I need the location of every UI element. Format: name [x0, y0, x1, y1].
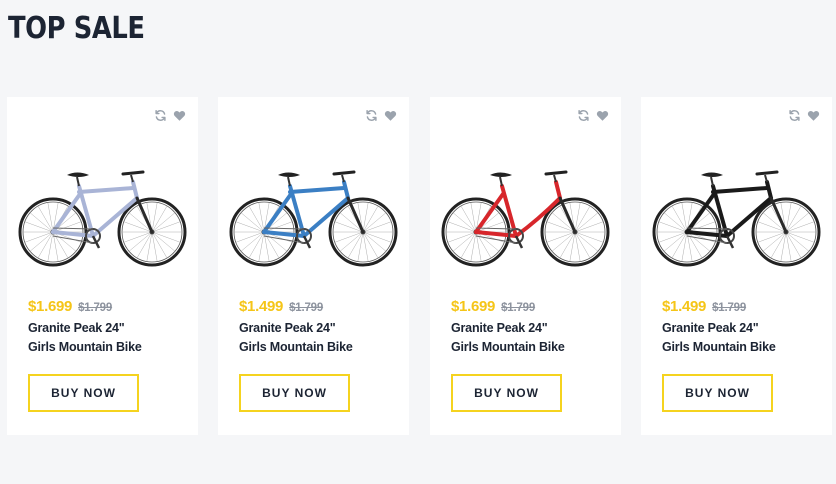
heart-icon[interactable]: [384, 109, 397, 122]
old-price: $1.799: [289, 302, 324, 314]
buy-now-button[interactable]: BUY NOW: [451, 374, 562, 412]
price-block: $1.499 $1.799: [239, 298, 323, 315]
refresh-icon[interactable]: [365, 109, 378, 122]
heart-icon[interactable]: [173, 109, 186, 122]
product-name-line: Granite Peak 24": [451, 321, 548, 335]
heart-icon[interactable]: [596, 109, 609, 122]
product-name[interactable]: Granite Peak 24" Girls Mountain Bike: [28, 319, 193, 357]
heart-icon[interactable]: [807, 109, 820, 122]
product-name[interactable]: Granite Peak 24" Girls Mountain Bike: [239, 319, 404, 357]
buy-now-button[interactable]: BUY NOW: [239, 374, 350, 412]
product-name-line: Girls Mountain Bike: [239, 340, 353, 354]
product-name-line: Girls Mountain Bike: [662, 340, 776, 354]
buy-now-button[interactable]: BUY NOW: [28, 374, 139, 412]
product-card[interactable]: $1.699 $1.799 Granite Peak 24" Girls Mou…: [430, 97, 621, 435]
product-name-line: Granite Peak 24": [239, 321, 336, 335]
old-price: $1.799: [501, 302, 536, 314]
product-name-line: Granite Peak 24": [28, 321, 125, 335]
current-price: $1.699: [451, 298, 496, 315]
current-price: $1.499: [662, 298, 707, 315]
price-block: $1.699 $1.799: [28, 298, 112, 315]
refresh-icon[interactable]: [788, 109, 801, 122]
price-block: $1.699 $1.799: [451, 298, 535, 315]
refresh-icon[interactable]: [154, 109, 167, 122]
product-image[interactable]: [15, 160, 190, 275]
price-block: $1.499 $1.799: [662, 298, 746, 315]
card-actions: [365, 109, 397, 122]
product-image[interactable]: [226, 160, 401, 275]
current-price: $1.499: [239, 298, 284, 315]
product-name-line: Girls Mountain Bike: [28, 340, 142, 354]
card-actions: [788, 109, 820, 122]
product-name-line: Granite Peak 24": [662, 321, 759, 335]
refresh-icon[interactable]: [577, 109, 590, 122]
old-price: $1.799: [712, 302, 747, 314]
card-actions: [154, 109, 186, 122]
product-image[interactable]: [649, 160, 824, 275]
section-title: TOP SALE: [8, 11, 145, 46]
product-card[interactable]: $1.699 $1.799 Granite Peak 24" Girls Mou…: [7, 97, 198, 435]
buy-now-button[interactable]: BUY NOW: [662, 374, 773, 412]
old-price: $1.799: [78, 302, 113, 314]
product-name-line: Girls Mountain Bike: [451, 340, 565, 354]
product-card[interactable]: $1.499 $1.799 Granite Peak 24" Girls Mou…: [641, 97, 832, 435]
product-name[interactable]: Granite Peak 24" Girls Mountain Bike: [451, 319, 616, 357]
product-name[interactable]: Granite Peak 24" Girls Mountain Bike: [662, 319, 827, 357]
product-image[interactable]: [438, 160, 613, 275]
product-card[interactable]: $1.499 $1.799 Granite Peak 24" Girls Mou…: [218, 97, 409, 435]
current-price: $1.699: [28, 298, 73, 315]
card-actions: [577, 109, 609, 122]
